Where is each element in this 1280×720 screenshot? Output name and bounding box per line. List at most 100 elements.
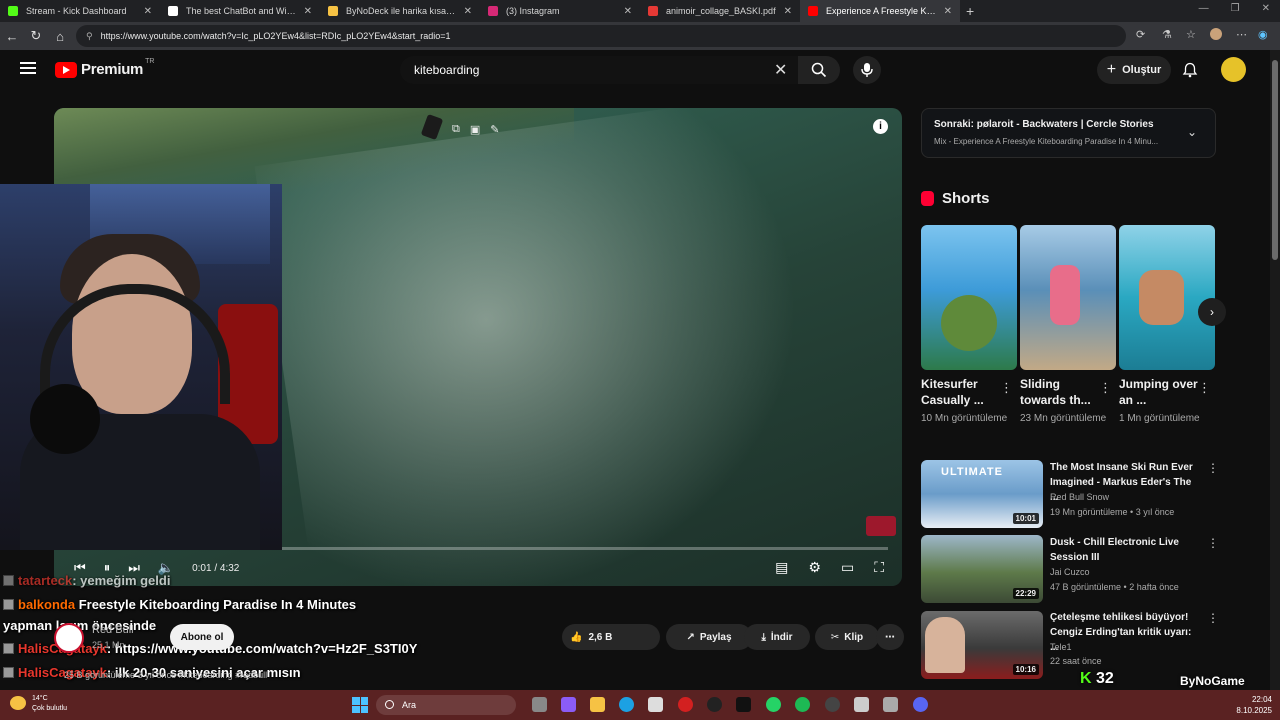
clear-search-icon[interactable]: ✕	[774, 60, 787, 80]
download-button[interactable]: ⤓ İndir	[744, 624, 810, 650]
minimize-icon[interactable]: —	[1199, 3, 1209, 14]
more-menu-icon[interactable]: ⋯	[1236, 28, 1247, 41]
spotify-icon[interactable]	[795, 697, 810, 712]
more-vertical-icon[interactable]: ⋮	[1207, 461, 1219, 475]
hamburger-menu-icon[interactable]	[20, 62, 36, 74]
share-button[interactable]: ↗ Paylaş	[666, 624, 752, 650]
store-icon[interactable]	[648, 697, 663, 712]
close-window-icon[interactable]: ✕	[1262, 3, 1270, 14]
scrollbar-thumb[interactable]	[1272, 60, 1278, 260]
favorites-icon[interactable]: ☆	[1186, 28, 1196, 41]
more-vertical-icon[interactable]: ⋮	[1207, 611, 1219, 625]
clip-button[interactable]: ✂ Klip	[815, 624, 879, 650]
channel-avatar[interactable]	[54, 623, 84, 653]
edge-icon[interactable]	[619, 697, 634, 712]
site-info-icon[interactable]: ⚲	[86, 31, 93, 42]
close-tab-icon[interactable]: ✕	[624, 6, 632, 17]
back-icon[interactable]: ←	[0, 29, 24, 44]
channel-name[interactable]: Red Bull	[92, 624, 134, 636]
task-view-icon[interactable]	[532, 697, 547, 712]
discord-icon[interactable]	[913, 697, 928, 712]
close-tab-icon[interactable]: ✕	[304, 6, 312, 17]
settings-gear-icon[interactable]	[883, 697, 898, 712]
video-channel[interactable]: Jai Cuzco	[1050, 567, 1090, 577]
download-icon: ⤓	[761, 631, 766, 643]
profile-icon[interactable]	[1210, 28, 1222, 40]
stream-deck-icon[interactable]	[736, 697, 751, 712]
search-input[interactable]: kiteboarding	[400, 56, 798, 84]
subtitles-icon[interactable]: ▤	[775, 559, 788, 576]
account-avatar[interactable]	[1221, 57, 1246, 82]
video-meta: 47 B görüntüleme • 2 hafta önce	[1050, 582, 1179, 592]
short-title[interactable]: Jumping over an ...	[1119, 376, 1199, 408]
info-icon[interactable]: i	[873, 119, 888, 134]
picture-in-picture-icon[interactable]: ⧉	[452, 123, 460, 136]
up-next-panel[interactable]: Sonraki: pølaroit - Backwaters | Cercle …	[921, 108, 1216, 158]
short-thumbnail[interactable]	[1119, 225, 1215, 370]
more-actions-button[interactable]: ⋯	[876, 624, 904, 650]
windows-start-icon[interactable]	[352, 697, 368, 713]
voice-search-button[interactable]	[853, 56, 881, 84]
extensions-icon[interactable]: ⟳	[1136, 28, 1145, 41]
browser-tab[interactable]: (3) Instagram ✕	[480, 0, 640, 22]
taskbar-clock[interactable]: 22:04 8.10.2025	[1236, 694, 1272, 716]
youtube-logo[interactable]: Premium TR	[55, 58, 154, 78]
close-tab-icon[interactable]: ✕	[464, 6, 472, 17]
maximize-icon[interactable]: ❐	[1231, 3, 1240, 14]
webcam-microphone	[30, 384, 100, 454]
short-thumbnail[interactable]	[921, 225, 1017, 370]
browser-tab-active[interactable]: Experience A Freestyle Kiteb ✕	[800, 0, 960, 22]
obs-icon[interactable]	[707, 697, 722, 712]
fullscreen-icon[interactable]: ⛶	[874, 559, 884, 576]
more-vertical-icon[interactable]: ⋮	[1000, 380, 1013, 396]
short-thumbnail[interactable]	[1020, 225, 1116, 370]
close-tab-icon[interactable]: ✕	[944, 6, 952, 17]
video-title[interactable]: Dusk - Chill Electronic Live Session III	[1050, 535, 1200, 565]
page-scrollbar[interactable]	[1270, 50, 1280, 690]
video-channel[interactable]: Red Bull Snow	[1050, 492, 1109, 502]
app-icon[interactable]	[854, 697, 869, 712]
video-thumbnail[interactable]: ULTIMATE 10:01	[921, 460, 1043, 528]
settings-gear-icon[interactable]: ⚙	[808, 559, 821, 576]
browser-tab[interactable]: Stream - Kick Dashboard ✕	[0, 0, 160, 22]
video-thumbnail[interactable]: 10:16	[921, 611, 1043, 679]
more-vertical-icon[interactable]: ⋮	[1099, 380, 1112, 396]
weather-widget[interactable]: 14°C Çok bulutlu	[10, 694, 67, 714]
more-vertical-icon[interactable]: ⋮	[1207, 536, 1219, 550]
address-bar[interactable]: ⚲ https://www.youtube.com/watch?v=Ic_pLO…	[76, 25, 1126, 47]
browser-tab[interactable]: ByNoDeck ile harika kısayollar y ✕	[320, 0, 480, 22]
tab-title: (3) Instagram	[506, 6, 560, 16]
home-icon[interactable]: ⌂	[48, 29, 72, 44]
opera-gx-icon[interactable]	[678, 697, 693, 712]
video-channel[interactable]: Tele1	[1050, 642, 1072, 652]
more-vertical-icon[interactable]: ⋮	[1198, 380, 1211, 396]
split-screen-icon[interactable]: ⚗	[1162, 28, 1172, 41]
theater-mode-icon[interactable]: ▭	[841, 559, 854, 576]
shorts-next-button[interactable]: ›	[1198, 298, 1226, 326]
capture-icon[interactable]: ▣	[470, 123, 480, 136]
like-button[interactable]: 👍 2,6 B	[562, 624, 660, 650]
copilot-app-icon[interactable]	[561, 697, 576, 712]
taskbar-search[interactable]: Ara	[376, 695, 516, 715]
file-explorer-icon[interactable]	[590, 697, 605, 712]
whatsapp-icon[interactable]	[766, 697, 781, 712]
chatgpt-icon[interactable]	[825, 697, 840, 712]
time-display: 0:01 / 4:32	[192, 562, 240, 574]
notes-icon[interactable]: ✎	[490, 123, 499, 136]
short-title[interactable]: Kitesurfer Casually ...	[921, 376, 1001, 408]
notifications-bell-icon[interactable]	[1182, 62, 1198, 78]
short-title[interactable]: Sliding towards th...	[1020, 376, 1100, 408]
browser-tab[interactable]: animoir_collage_BASKI.pdf ✕	[640, 0, 800, 22]
copilot-icon[interactable]: ◉	[1258, 28, 1268, 41]
close-tab-icon[interactable]: ✕	[784, 6, 792, 17]
video-title[interactable]: Çeteleşme tehlikesi büyüyor! Cengiz Erdi…	[1050, 610, 1200, 655]
close-tab-icon[interactable]: ✕	[144, 6, 152, 17]
new-tab-icon[interactable]: +	[966, 3, 974, 19]
subscribe-button[interactable]: Abone ol	[170, 624, 234, 650]
video-thumbnail[interactable]: 22:29	[921, 535, 1043, 603]
search-button[interactable]	[798, 56, 840, 84]
chevron-down-icon[interactable]: ⌄	[1187, 125, 1197, 139]
browser-tab[interactable]: The best ChatBot and Widgets fo ✕	[160, 0, 320, 22]
create-button[interactable]: + Oluştur	[1097, 56, 1171, 84]
reload-icon[interactable]: ↻	[24, 28, 48, 44]
